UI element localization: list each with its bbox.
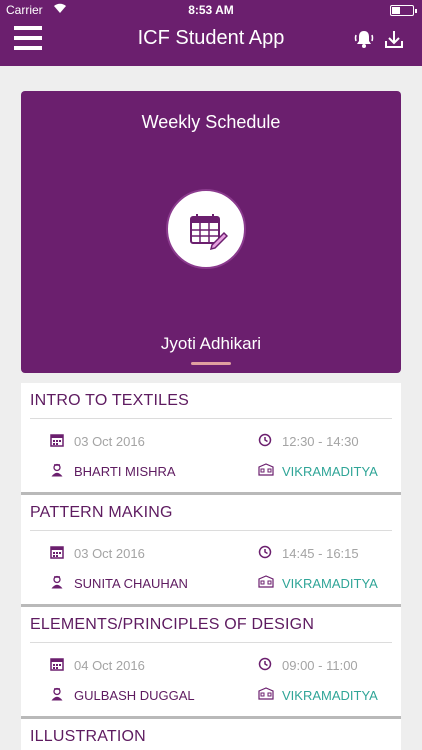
divider — [30, 418, 392, 419]
header-underline — [191, 362, 231, 365]
room-icon — [258, 687, 274, 700]
schedule-edit-icon — [190, 214, 228, 251]
nav-bar: ICF Student App — [0, 20, 422, 66]
course-card[interactable]: ILLUSTRATION — [21, 719, 401, 750]
course-title: PATTERN MAKING — [30, 504, 173, 521]
teacher-icon — [51, 463, 63, 477]
clock-icon — [258, 433, 272, 447]
clock-icon — [258, 657, 272, 671]
student-name: Jyoti Adhikari — [160, 334, 262, 353]
course-card[interactable]: ELEMENTS/PRINCIPLES OF DESIGN 04 Oct 201… — [21, 607, 401, 719]
calendar-icon — [50, 658, 64, 671]
status-time: 8:53 AM — [188, 3, 234, 17]
calendar-icon — [50, 434, 64, 447]
room-icon — [258, 575, 274, 588]
course-card[interactable]: PATTERN MAKING 03 Oct 2016 14:45 - 16:15… — [21, 495, 401, 607]
course-title: ELEMENTS/PRINCIPLES OF DESIGN — [30, 616, 315, 633]
status-bar: Carrier 8:53 AM — [0, 0, 422, 20]
clock-icon — [258, 545, 272, 559]
teacher-icon — [51, 575, 63, 589]
course-card[interactable]: INTRO TO TEXTILES 03 Oct 2016 12:30 - 14… — [21, 383, 401, 495]
divider — [30, 642, 392, 643]
card-title: Weekly Schedule — [141, 112, 281, 132]
teacher-icon — [51, 687, 63, 701]
schedule-button[interactable] — [166, 189, 246, 269]
course-title: ILLUSTRATION — [30, 728, 146, 745]
course-title: INTRO TO TEXTILES — [30, 392, 189, 409]
room-icon — [258, 463, 274, 476]
schedule-header-card: Weekly Schedule Jyoti Adhikari — [21, 91, 401, 373]
calendar-icon — [50, 546, 64, 559]
divider — [30, 530, 392, 531]
battery-icon — [390, 5, 417, 16]
bell-icon[interactable] — [353, 28, 375, 50]
download-icon[interactable] — [383, 28, 405, 50]
